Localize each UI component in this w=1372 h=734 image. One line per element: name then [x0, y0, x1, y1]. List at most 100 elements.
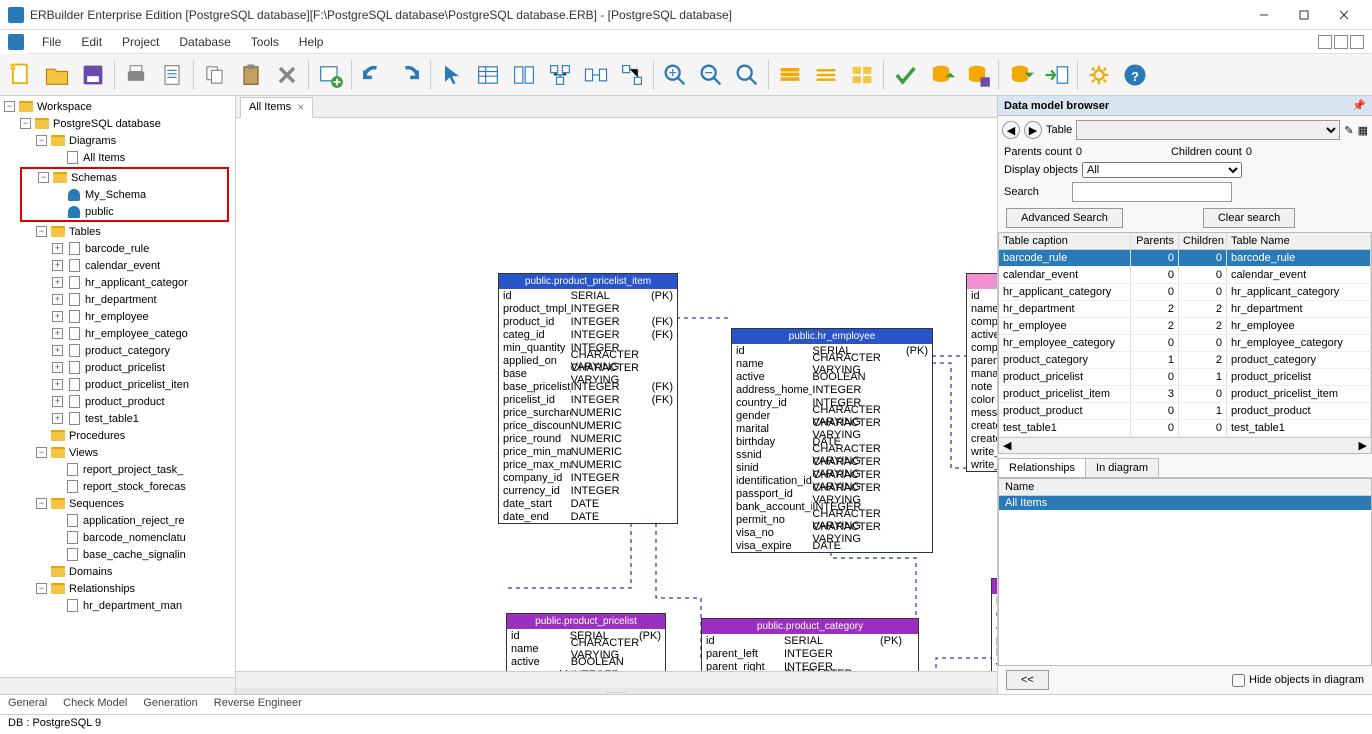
er-table-pl[interactable]: public.product_pricelistidSERIAL(PK)name… — [506, 613, 666, 671]
layer1-button[interactable] — [773, 58, 807, 92]
grid-row[interactable]: product_category12product_category — [999, 352, 1371, 369]
open-button[interactable] — [40, 58, 74, 92]
doc-min-icon[interactable] — [1318, 35, 1332, 49]
menu-edit[interactable]: Edit — [71, 32, 112, 52]
minimize-button[interactable] — [1244, 1, 1284, 29]
grid-row[interactable]: test_table100test_table1 — [999, 420, 1371, 437]
grid-row[interactable]: hr_applicant_category00hr_applicant_cate… — [999, 284, 1371, 301]
grid-icon[interactable]: ▦ — [1358, 124, 1368, 137]
menu-project[interactable]: Project — [112, 32, 169, 52]
grid1-button[interactable] — [471, 58, 505, 92]
tree-relationships[interactable]: Relationships — [69, 583, 135, 595]
er-canvas[interactable]: public.product_pricelist_itemidSERIAL(PK… — [236, 118, 997, 671]
doc-max-icon[interactable] — [1334, 35, 1348, 49]
hide-objects-checkbox[interactable]: Hide objects in diagram — [1232, 674, 1364, 687]
tree-item[interactable]: +hr_employee — [2, 308, 233, 325]
status-gen[interactable]: Generation — [143, 697, 197, 712]
nav-back-icon[interactable]: ◀ — [1002, 121, 1020, 139]
menu-database[interactable]: Database — [169, 32, 240, 52]
maximize-button[interactable] — [1284, 1, 1324, 29]
tree-diagrams[interactable]: Diagrams — [69, 135, 116, 147]
workspace-tree[interactable]: −Workspace −PostgreSQL database −Diagram… — [0, 96, 235, 677]
status-general[interactable]: General — [8, 697, 47, 712]
tables-grid[interactable]: Table caption Parents Children Table Nam… — [998, 232, 1372, 454]
zoom-out-button[interactable] — [694, 58, 728, 92]
tree-domains[interactable]: Domains — [69, 566, 112, 578]
edit-icon[interactable]: ✎ — [1344, 124, 1353, 137]
tree-item[interactable]: +calendar_event — [2, 257, 233, 274]
tree-item[interactable]: application_reject_re — [2, 512, 233, 529]
pin-icon[interactable]: 📌 — [1352, 99, 1366, 112]
tree-item[interactable]: +barcode_rule — [2, 240, 233, 257]
status-check[interactable]: Check Model — [63, 697, 127, 712]
pointer-button[interactable] — [435, 58, 469, 92]
copy-button[interactable] — [198, 58, 232, 92]
check-button[interactable] — [888, 58, 922, 92]
splitter-h[interactable]: ········ — [236, 688, 997, 694]
status-rev[interactable]: Reverse Engineer — [214, 697, 302, 712]
new-button[interactable] — [4, 58, 38, 92]
tree-scrollbar-h[interactable] — [0, 677, 235, 694]
tree-item[interactable]: report_project_task_ — [2, 461, 233, 478]
er-table-cat[interactable]: public.product_categoryidSERIAL(PK)paren… — [701, 618, 919, 671]
tab-relationships[interactable]: Relationships — [998, 458, 1086, 477]
menu-tools[interactable]: Tools — [241, 32, 289, 52]
db-export-button[interactable] — [1039, 58, 1073, 92]
tab-in-diagram[interactable]: In diagram — [1085, 458, 1159, 477]
er-table-dept[interactable]: public.hr_departmentidSERIAL(PK)nameCHAR… — [966, 273, 997, 472]
clear-search-button[interactable]: Clear search — [1203, 208, 1295, 228]
display-objects-select[interactable]: All — [1082, 162, 1242, 178]
print-button[interactable] — [119, 58, 153, 92]
zoom-in-button[interactable] — [658, 58, 692, 92]
tree-allitems[interactable]: All Items — [83, 152, 125, 164]
menu-file[interactable]: File — [32, 32, 71, 52]
tree-item[interactable]: base_cache_signalin — [2, 546, 233, 563]
grid-row[interactable]: product_pricelist_item30product_pricelis… — [999, 386, 1371, 403]
grid-row[interactable]: hr_employee_category00hr_employee_catego… — [999, 335, 1371, 352]
tree-item[interactable]: +product_category — [2, 342, 233, 359]
tree-schemas[interactable]: Schemas — [71, 172, 117, 184]
back-button[interactable]: << — [1006, 670, 1049, 690]
er-table-emp[interactable]: public.hr_employeeidSERIAL(PK)nameCHARAC… — [731, 328, 933, 553]
grid-row[interactable]: hr_employee22hr_employee — [999, 318, 1371, 335]
grid-row[interactable]: hr_department22hr_department — [999, 301, 1371, 318]
menu-help[interactable]: Help — [289, 32, 334, 52]
paste-button[interactable] — [234, 58, 268, 92]
tree-procedures[interactable]: Procedures — [69, 430, 125, 442]
undo-button[interactable] — [356, 58, 390, 92]
close-button[interactable] — [1324, 1, 1364, 29]
grid3-button[interactable] — [543, 58, 577, 92]
col-tablename[interactable]: Table Name — [1227, 233, 1371, 249]
tree-myschema[interactable]: My_Schema — [85, 189, 146, 201]
tree-workspace[interactable]: Workspace — [37, 101, 92, 113]
help-button[interactable]: ? — [1118, 58, 1152, 92]
table-select[interactable] — [1076, 120, 1340, 140]
search-input[interactable] — [1072, 182, 1232, 202]
tree-item[interactable]: +test_table1 — [2, 410, 233, 427]
tree-item[interactable]: +product_pricelist_iten — [2, 376, 233, 393]
grid-row[interactable]: product_pricelist01product_pricelist — [999, 369, 1371, 386]
add-table-button[interactable] — [313, 58, 347, 92]
layer2-button[interactable] — [809, 58, 843, 92]
grid2-button[interactable] — [507, 58, 541, 92]
tree-item[interactable]: +hr_employee_catego — [2, 325, 233, 342]
tree-sequences[interactable]: Sequences — [69, 498, 124, 510]
db-up-button[interactable] — [924, 58, 958, 92]
close-tab-icon[interactable]: × — [297, 100, 304, 114]
grid-scrollbar-h[interactable]: ◀▶ — [999, 437, 1371, 453]
grid-row[interactable]: calendar_event00calendar_event — [999, 267, 1371, 284]
nav-fwd-icon[interactable]: ▶ — [1024, 121, 1042, 139]
name-column[interactable]: Name — [999, 479, 1371, 496]
doc-close-icon[interactable] — [1350, 35, 1364, 49]
redo-button[interactable] — [392, 58, 426, 92]
er-table-prod[interactable]: public.product_productidSERIAL(PK)defaul… — [991, 578, 997, 671]
grid-row[interactable]: product_product01product_product — [999, 403, 1371, 420]
db-down-button[interactable] — [1003, 58, 1037, 92]
relationships-grid[interactable]: Name All Items — [998, 478, 1372, 666]
tree-item[interactable]: +product_pricelist — [2, 359, 233, 376]
tree-views[interactable]: Views — [69, 447, 98, 459]
tree-item[interactable]: report_stock_forecas — [2, 478, 233, 495]
er-table-pli[interactable]: public.product_pricelist_itemidSERIAL(PK… — [498, 273, 678, 524]
tree-item[interactable]: hr_department_man — [2, 597, 233, 614]
tree-item[interactable]: +hr_department — [2, 291, 233, 308]
